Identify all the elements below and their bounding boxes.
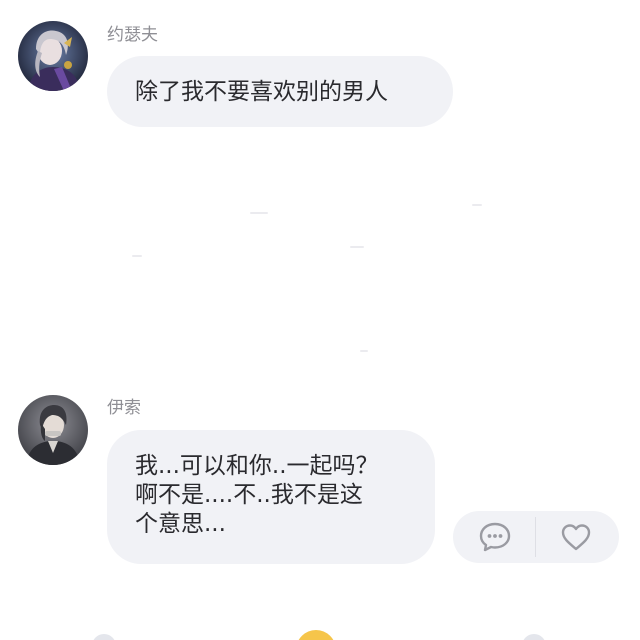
avatar-joseph[interactable] bbox=[18, 21, 88, 91]
heart-outline-icon bbox=[561, 524, 591, 551]
nav-left-button[interactable] bbox=[92, 634, 116, 640]
comment-button[interactable] bbox=[477, 519, 513, 555]
chat-screen: 约瑟夫 除了我不要喜欢别的男人 伊索 我...可以和你..一起吗？ 啊不是...… bbox=[0, 0, 640, 640]
like-button[interactable] bbox=[558, 519, 594, 555]
message-text: 除了我不要喜欢别的男人 bbox=[135, 79, 388, 105]
joseph-portrait-icon bbox=[18, 21, 88, 91]
message-text-line: 个意思... bbox=[135, 511, 226, 537]
background-speck bbox=[350, 246, 364, 248]
nav-right-button[interactable] bbox=[522, 634, 546, 640]
background-speck bbox=[472, 204, 482, 206]
sender-name: 约瑟夫 bbox=[107, 25, 158, 45]
nav-center-button[interactable] bbox=[296, 630, 336, 640]
sender-name: 伊索 bbox=[107, 398, 141, 418]
background-speck bbox=[132, 255, 142, 257]
message-bubble[interactable]: 除了我不要喜欢别的男人 bbox=[107, 56, 453, 127]
avatar-aesop[interactable] bbox=[18, 395, 88, 465]
message-actions bbox=[453, 511, 619, 563]
aesop-portrait-icon bbox=[18, 395, 88, 465]
background-speck bbox=[250, 212, 268, 214]
background-speck bbox=[360, 350, 368, 352]
action-divider bbox=[535, 517, 536, 557]
message-text-line: 我...可以和你..一起吗？ bbox=[135, 453, 379, 479]
comment-bubble-icon bbox=[479, 522, 511, 552]
message-bubble[interactable]: 我...可以和你..一起吗？ 啊不是....不..我不是这 个意思... bbox=[107, 430, 435, 564]
message-text-line: 啊不是....不..我不是这 bbox=[135, 482, 363, 508]
bottom-nav bbox=[0, 620, 640, 640]
